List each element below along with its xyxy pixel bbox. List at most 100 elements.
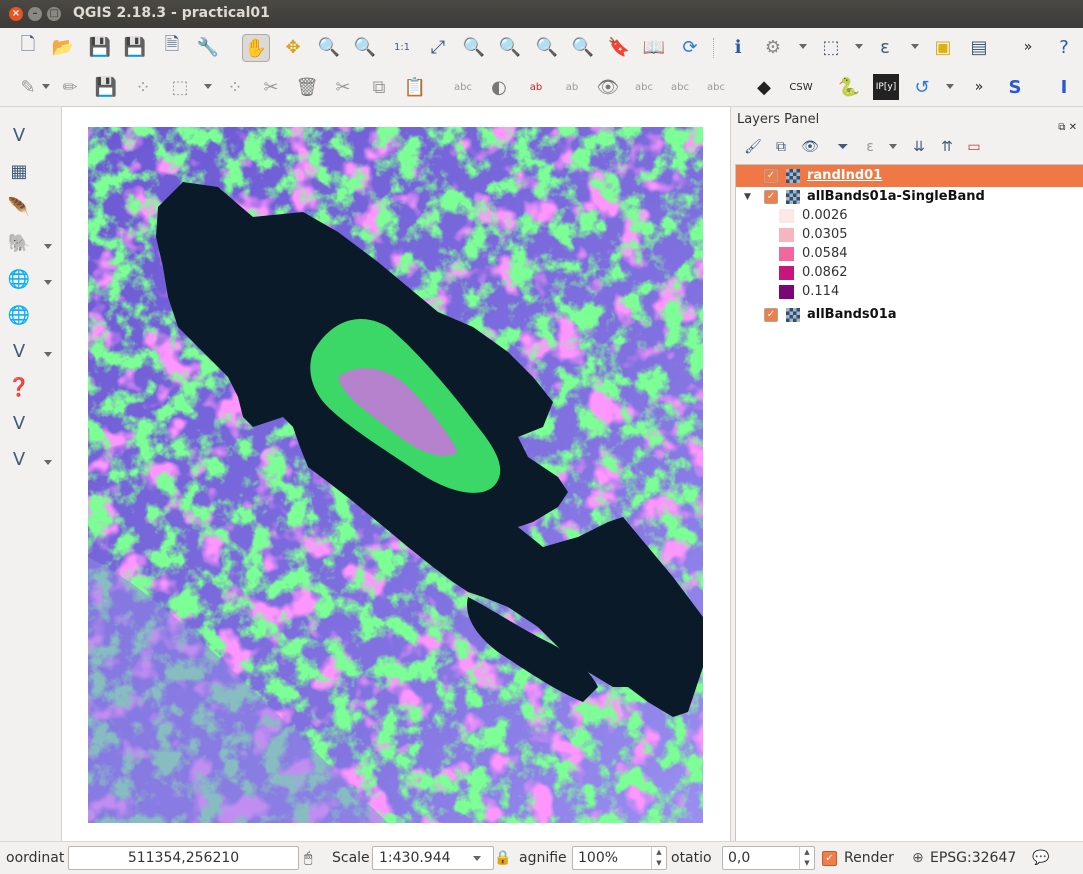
add-delimited-text-icon[interactable]: ❓ [6, 374, 32, 400]
show-bookmarks-icon[interactable]: 📖 [641, 34, 667, 60]
zoom-to-selection-icon[interactable]: 🔍 [461, 34, 487, 60]
rotate-label-icon[interactable]: abc [667, 74, 693, 100]
save-project-icon[interactable]: 💾 [87, 34, 113, 60]
add-wfs-layer-icon[interactable]: V [6, 338, 32, 364]
chevron-down-icon[interactable] [204, 84, 212, 89]
change-label-icon[interactable]: abc [703, 74, 729, 100]
messages-icon[interactable]: 💬 [1032, 850, 1049, 866]
layer-visibility-checkbox[interactable]: ✓ [764, 308, 778, 322]
select-by-expression-icon[interactable]: ε [872, 34, 898, 60]
vertex-tool-icon[interactable]: ✂ [258, 74, 284, 100]
scale-combobox[interactable]: 1:430.944 [372, 846, 494, 870]
remove-layer-icon[interactable]: ▭ [961, 134, 987, 160]
zoom-last-icon[interactable]: 🔍 [534, 34, 560, 60]
add-vector-layer-icon[interactable]: V [6, 122, 32, 148]
identify-features-icon[interactable]: ℹ [725, 34, 751, 60]
georeferencer-icon[interactable]: ◆ [751, 74, 777, 100]
pin-labels-icon[interactable]: ab [523, 74, 549, 100]
identify-plugin-icon[interactable]: I [1051, 74, 1077, 100]
layer-row-randInd01[interactable]: ✓ randInd01 [736, 165, 1083, 187]
chevron-down-icon[interactable] [911, 44, 919, 49]
chevron-down-icon[interactable] [855, 44, 863, 49]
zoom-full-icon[interactable]: ⤢ [425, 34, 451, 60]
expression-filter-icon[interactable]: ε [857, 134, 883, 160]
expand-all-icon[interactable]: ⇊ [906, 134, 932, 160]
chevron-down-icon[interactable] [889, 144, 897, 149]
save-edits-icon[interactable]: 💾 [93, 74, 119, 100]
delete-selected-icon[interactable]: 🗑 [294, 74, 320, 100]
node-tool-icon[interactable]: ⁘ [222, 74, 248, 100]
csw-icon[interactable]: CSW [788, 74, 814, 100]
add-wcs-layer-icon[interactable]: 🌐 [6, 302, 32, 328]
minimize-window-button[interactable]: – [28, 7, 42, 21]
select-features-icon[interactable]: ⬚ [818, 34, 844, 60]
action-icon[interactable]: ⚙ [760, 34, 786, 60]
python-console-icon[interactable]: 🐍 [836, 74, 862, 100]
new-bookmark-icon[interactable]: 🔖 [606, 34, 632, 60]
move-label-icon[interactable]: abc [631, 74, 657, 100]
deselect-features-icon[interactable]: ▣ [930, 34, 956, 60]
rotation-spinbox[interactable]: 0,0 ▲ ▼ [722, 846, 815, 870]
toggle-extents-icon[interactable]: 🖱 [304, 850, 312, 866]
panel-splitter[interactable] [730, 106, 734, 840]
refresh-icon[interactable]: ⟳ [677, 34, 703, 60]
crs-label[interactable]: EPSG:32647 [930, 850, 1016, 866]
collapse-all-icon[interactable]: ⇈ [934, 134, 960, 160]
add-virtual-layer-icon[interactable]: V [6, 410, 32, 436]
coordinate-field[interactable]: 511354,256210 [68, 846, 299, 870]
plugin-reload-icon[interactable]: ↺ [909, 74, 935, 100]
new-shapefile-layer-icon[interactable]: V [6, 446, 32, 472]
composer-manager-icon[interactable]: 🔧 [195, 34, 221, 60]
toolbar-overflow-icon[interactable]: » [966, 74, 992, 100]
toggle-editing-icon[interactable]: ✏ [57, 74, 83, 100]
lock-scale-icon[interactable]: 🔒 [494, 850, 511, 866]
chevron-down-icon[interactable] [44, 280, 52, 285]
close-window-button[interactable]: × [9, 7, 23, 21]
eye-icon[interactable]: 👁 [797, 134, 823, 160]
copy-features-icon[interactable]: ⧉ [366, 74, 392, 100]
chevron-down-icon[interactable] [44, 352, 52, 357]
crs-globe-icon[interactable]: ⊕ [912, 850, 924, 866]
semi-automatic-classification-icon[interactable]: S [1002, 74, 1028, 100]
save-as-icon[interactable]: 💾 [122, 34, 148, 60]
paste-features-icon[interactable]: 📋 [402, 74, 428, 100]
ipython-icon[interactable]: IP[y] [873, 74, 899, 100]
digitize-icon[interactable]: ✎ [15, 74, 41, 100]
spinbox-arrows[interactable]: ▲ ▼ [651, 847, 666, 869]
layer-visibility-checkbox[interactable]: ✓ [764, 190, 778, 204]
zoom-in-icon[interactable]: 🔍 [316, 34, 342, 60]
diagram-icon[interactable]: ◐ [486, 74, 512, 100]
map-canvas[interactable] [61, 106, 731, 842]
zoom-out-icon[interactable]: 🔍 [352, 34, 378, 60]
add-spatialite-layer-icon[interactable]: 🪶 [6, 194, 32, 220]
add-feature-icon[interactable]: ⁘ [130, 74, 156, 100]
spinbox-arrows[interactable]: ▲ ▼ [799, 847, 814, 869]
chevron-down-icon[interactable] [946, 84, 954, 89]
zoom-to-layer-icon[interactable]: 🔍 [497, 34, 523, 60]
toolbar-overflow-icon[interactable]: » [1015, 34, 1041, 60]
maximize-window-button[interactable]: □ [47, 7, 61, 21]
add-postgis-layer-icon[interactable]: 🐘 [6, 230, 32, 256]
show-hide-labels-icon[interactable]: ab [559, 74, 585, 100]
zoom-next-icon[interactable]: 🔍 [570, 34, 596, 60]
chevron-down-icon[interactable] [42, 84, 50, 89]
magnifier-spinbox[interactable]: 100% ▲ ▼ [572, 846, 667, 870]
layer-row-allBands01a[interactable]: ✓ allBands01a [736, 304, 1083, 326]
move-feature-icon[interactable]: ⬚ [167, 74, 193, 100]
chevron-down-icon[interactable] [799, 44, 807, 49]
chevron-down-icon[interactable] [44, 244, 52, 249]
pan-to-selection-icon[interactable]: ✥ [280, 34, 306, 60]
add-wms-layer-icon[interactable]: 🌐 [6, 266, 32, 292]
layer-visibility-checkbox[interactable]: ✓ [764, 169, 778, 183]
chevron-down-icon[interactable] [44, 460, 52, 465]
new-project-icon[interactable]: 🗋 [15, 34, 41, 60]
render-checkbox[interactable]: ✓ [822, 851, 837, 866]
pan-map-icon[interactable]: ✋ [242, 34, 270, 62]
attribute-table-icon[interactable]: ▤ [966, 34, 992, 60]
new-print-composer-icon[interactable]: 🗎 [159, 34, 185, 60]
cut-features-icon[interactable]: ✂ [330, 74, 356, 100]
zoom-native-icon[interactable]: 1:1 [389, 34, 415, 60]
filter-icon[interactable]: ⏷ [830, 134, 856, 160]
help-icon[interactable]: ? [1051, 34, 1077, 60]
style-brush-icon[interactable]: 🖌 [740, 134, 766, 160]
